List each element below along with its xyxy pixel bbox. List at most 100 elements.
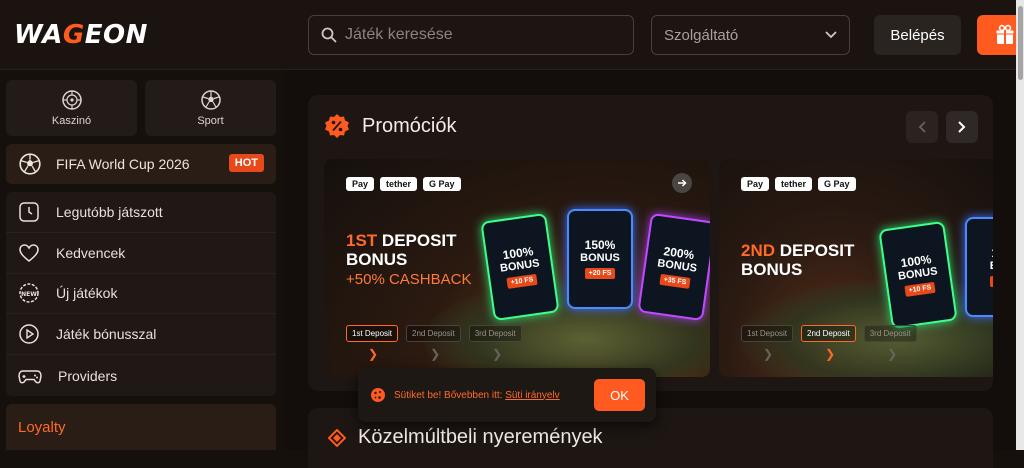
- cookie-policy-link[interactable]: Süti irányelv: [505, 390, 559, 401]
- sidebar-item-label: Providers: [58, 367, 118, 384]
- arrow-right-icon: [678, 179, 687, 187]
- banner-title-highlight: 1ST: [346, 231, 378, 250]
- bonus-card-fs: +2: [990, 276, 993, 287]
- tile-casino-label: Kaszinó: [51, 115, 92, 127]
- bonus-card-150: 150% BONUS +20 FS: [567, 209, 633, 309]
- tile-sport[interactable]: Sport: [145, 80, 276, 136]
- chevron-left-icon: [918, 121, 926, 133]
- banner-subtitle: +50% CASHBACK: [346, 271, 472, 288]
- carousel-prev-button[interactable]: [906, 111, 938, 143]
- step-2nd-deposit: 2nd Deposit: [801, 325, 856, 342]
- hot-badge: HOT: [228, 154, 264, 172]
- bonus-card-pct: 15: [991, 247, 993, 260]
- tether-logo: tether: [775, 177, 813, 191]
- step-chevrons: ❯ ❯ ❯: [763, 347, 897, 361]
- sidebar-item-recently-played[interactable]: Legutóbb játszott: [6, 192, 276, 233]
- chevron-right-icon: [958, 121, 966, 133]
- google-pay-logo: G Pay: [423, 177, 461, 191]
- tile-sport-label: Sport: [197, 115, 224, 127]
- promo-banner-first-deposit[interactable]: Pay tether G Pay 1ST DEPOSIT BONUS +50% C…: [324, 159, 710, 377]
- search-input[interactable]: [345, 26, 625, 44]
- sidebar-menu: Legutóbb játszott Kedvencek NEW Új játék…: [6, 192, 276, 396]
- apple-pay-logo: Pay: [741, 177, 770, 191]
- sidebar-item-bonus-games[interactable]: Játék bónusszal: [6, 314, 276, 356]
- gamepad-icon: [18, 369, 42, 384]
- sidebar-item-favorites[interactable]: Kedvencek: [6, 233, 276, 274]
- deposit-steps: 1st Deposit 2nd Deposit 3rd Deposit: [346, 325, 522, 342]
- deposit-steps: 1st Deposit 2nd Deposit 3rd Deposit: [741, 325, 917, 342]
- google-pay-logo: G Pay: [818, 177, 856, 191]
- banner-title: 1ST DEPOSIT BONUS: [346, 231, 457, 269]
- promo-banner-second-deposit[interactable]: Pay tether G Pay 2ND DEPOSIT BONUS 100% B…: [719, 159, 993, 377]
- chevron-right-icon: ❯: [763, 347, 774, 361]
- login-button[interactable]: Belépés: [874, 15, 961, 55]
- clock-icon: [19, 202, 39, 222]
- bonus-card-label: BO: [990, 260, 993, 272]
- cookie-text: Sütiket be! Bővebben itt: Süti irányelv: [394, 390, 560, 401]
- gift-icon: [995, 24, 1015, 44]
- diamond-icon: [328, 428, 346, 447]
- step-3rd-deposit: 3rd Deposit: [863, 325, 917, 342]
- banner-title-highlight: 2ND: [741, 241, 776, 260]
- logo-text-right: EON: [84, 20, 148, 50]
- banner-title: 2ND DEPOSIT BONUS: [741, 241, 854, 279]
- chevron-right-icon: ❯: [430, 347, 441, 361]
- soccer-ball-icon: [200, 90, 221, 110]
- bonus-card-fs: +20 FS: [584, 268, 616, 279]
- cookie-banner: Sütiket be! Bővebben itt: Süti irányelv …: [358, 368, 656, 422]
- sidebar-item-label: Játék bónusszal: [56, 326, 157, 343]
- promotions-title: Promóciók: [362, 114, 457, 137]
- bonus-card-label: BONUS: [580, 252, 620, 264]
- search-box[interactable]: [308, 15, 634, 55]
- carousel-next-button[interactable]: [946, 111, 978, 143]
- top-header: WAGEON Szolgáltató Belépés: [0, 0, 1024, 70]
- sidebar: Kaszinó Sport FIFA World Cup 2026 HOT Le…: [0, 70, 284, 450]
- step-chevrons: ❯ ❯ ❯: [368, 347, 502, 361]
- step-1st-deposit: 1st Deposit: [346, 325, 399, 342]
- recent-winners-title: Közelmúltbeli nyeremények: [358, 426, 603, 448]
- chevron-right-icon: ❯: [368, 347, 379, 361]
- provider-select[interactable]: Szolgáltató: [651, 15, 850, 55]
- search-icon: [321, 27, 337, 43]
- sidebar-item-label: Legutóbb játszott: [56, 203, 163, 220]
- promotions-heading: Promóciók: [324, 113, 456, 139]
- soccer-ball-icon: [19, 153, 41, 175]
- step-1st-deposit: 1st Deposit: [741, 325, 794, 342]
- cookie-ok-button[interactable]: OK: [594, 379, 645, 411]
- promotions-section: Promóciók Pay tether G Pay 1ST DEPOSIT BO…: [308, 95, 993, 391]
- sidebar-item-new-games[interactable]: NEW Új játékok: [6, 274, 276, 315]
- step-3rd-deposit: 3rd Deposit: [468, 325, 522, 342]
- bonus-card-pct: 150%: [584, 238, 616, 252]
- provider-label: Szolgáltató: [664, 26, 739, 44]
- step-2nd-deposit: 2nd Deposit: [406, 325, 461, 342]
- sidebar-item-loyalty[interactable]: Loyalty: [6, 404, 276, 450]
- bonus-card-150-partial: 15 BO +2: [965, 217, 993, 317]
- sidebar-item-providers[interactable]: Providers: [6, 355, 276, 396]
- recent-winners-heading: Közelmúltbeli nyeremények: [328, 426, 603, 449]
- loyalty-label: Loyalty: [18, 418, 66, 436]
- bonus-card-200: 200% BONUS +35 FS: [637, 212, 710, 322]
- bonus-card-fs: +10 FS: [506, 273, 539, 289]
- payment-methods: Pay tether G Pay: [346, 177, 461, 191]
- wageon-logo[interactable]: WAGEON: [14, 20, 148, 50]
- banner-arrow-button[interactable]: [672, 173, 692, 193]
- sidebar-item-label: Kedvencek: [56, 244, 126, 261]
- payment-methods: Pay tether G Pay: [741, 177, 856, 191]
- banner-title-rest: DEPOSIT: [377, 231, 457, 250]
- sidebar-item-fifa-world-cup[interactable]: FIFA World Cup 2026 HOT: [6, 144, 276, 184]
- chevron-right-icon: ❯: [887, 347, 898, 361]
- banner-title-line2: BONUS: [741, 260, 803, 279]
- roulette-icon: [61, 90, 82, 110]
- chevron-right-icon: ❯: [825, 347, 836, 361]
- apple-pay-logo: Pay: [346, 177, 375, 191]
- logo-text-accent: G: [62, 20, 85, 50]
- scrollbar-thumb[interactable]: [1018, 6, 1023, 80]
- bonus-card-fs: +10 FS: [904, 281, 937, 297]
- cookie-icon: [371, 388, 385, 402]
- banner-title-rest: DEPOSIT: [775, 241, 855, 260]
- chevron-right-icon: ❯: [492, 347, 503, 361]
- sidebar-item-label: Új játékok: [56, 285, 118, 302]
- cookie-message: Sütiket be! Bővebben itt:: [394, 389, 506, 401]
- tile-casino[interactable]: Kaszinó: [6, 80, 137, 136]
- bonus-card-fs: +35 FS: [658, 273, 691, 289]
